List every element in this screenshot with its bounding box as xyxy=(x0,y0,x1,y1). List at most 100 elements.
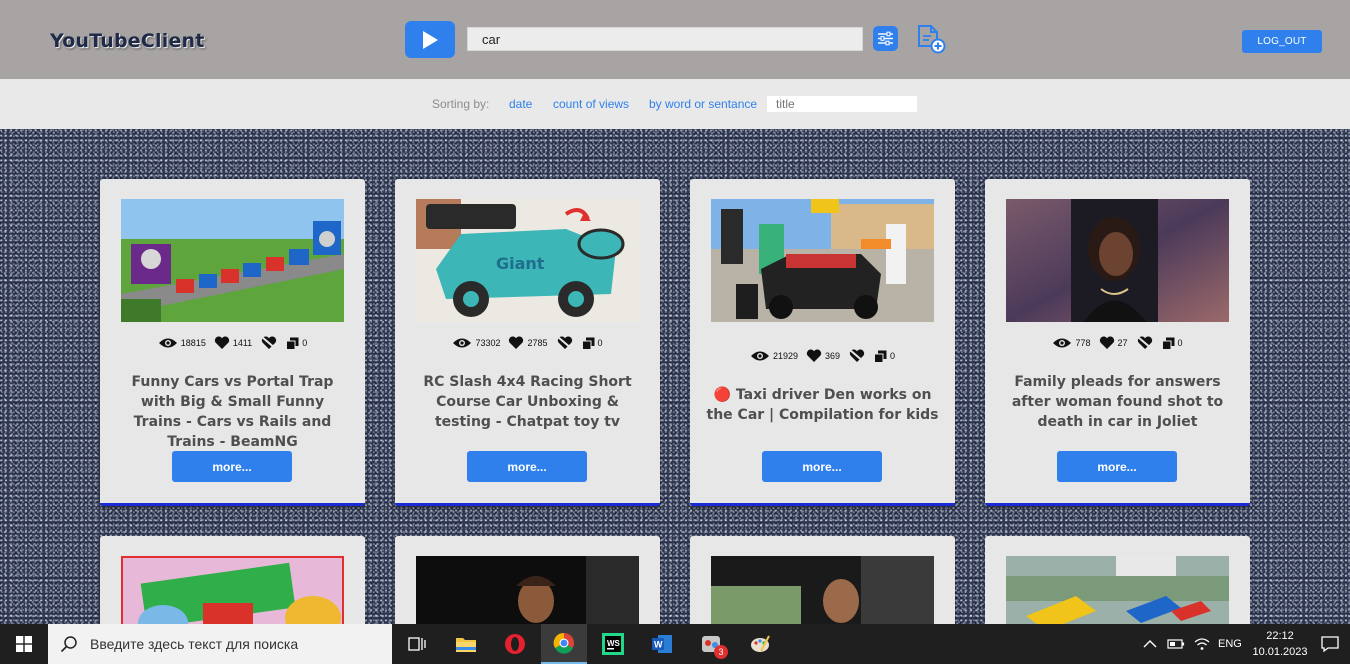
paint-palette-icon xyxy=(751,635,770,652)
views-count: 73302 xyxy=(475,338,501,348)
video-thumbnail[interactable] xyxy=(121,199,344,322)
comments-count: 0 xyxy=(302,338,308,348)
video-thumbnail[interactable] xyxy=(1006,199,1229,322)
notification-badge: 3 xyxy=(714,645,728,659)
more-button[interactable]: more... xyxy=(1057,451,1177,482)
video-thumbnail[interactable] xyxy=(711,199,934,322)
windows-icon xyxy=(16,636,32,652)
task-view-button[interactable] xyxy=(394,624,440,664)
more-button[interactable]: more... xyxy=(467,451,587,482)
taskbar-webstorm[interactable]: WS xyxy=(590,624,636,664)
add-document-icon xyxy=(918,25,946,54)
sort-by-word-link[interactable]: by word or sentance xyxy=(649,97,757,111)
likes-count: 2785 xyxy=(527,338,548,348)
comments-count: 0 xyxy=(1177,338,1183,348)
video-thumbnail[interactable] xyxy=(1006,556,1229,624)
search-input[interactable] xyxy=(467,27,863,51)
heart-icon[interactable] xyxy=(806,349,822,363)
wifi-icon[interactable] xyxy=(1194,637,1210,651)
video-stats: 18815 1411 0 xyxy=(100,336,365,350)
title-filter-input[interactable] xyxy=(767,96,917,112)
svg-text:Giant: Giant xyxy=(496,254,545,273)
clock-date: 10.01.2023 xyxy=(1252,646,1308,658)
video-grid: 18815 1411 0 Funny Cars vs Portal Trap w… xyxy=(0,129,1350,624)
comments-count: 0 xyxy=(890,351,896,361)
taskbar-chrome[interactable] xyxy=(541,624,587,664)
video-stats: 21929 369 0 xyxy=(690,349,955,363)
webstorm-icon: WS xyxy=(602,633,624,655)
heart-icon[interactable] xyxy=(1099,336,1115,350)
likes-count: 27 xyxy=(1117,338,1128,348)
video-thumbnail[interactable] xyxy=(416,556,639,624)
taskbar-file-explorer[interactable] xyxy=(443,624,489,664)
video-card: 21929 369 0 🔴 Taxi driver Den works on t… xyxy=(690,179,955,506)
heart-broken-icon[interactable] xyxy=(260,336,278,350)
video-card xyxy=(985,536,1250,624)
heart-icon[interactable] xyxy=(508,336,524,350)
svg-text:WS: WS xyxy=(607,639,621,648)
video-card xyxy=(395,536,660,624)
play-icon xyxy=(423,30,438,49)
video-stats: 73302 2785 0 xyxy=(395,336,660,350)
comments-count: 0 xyxy=(597,338,603,348)
copy-icon xyxy=(286,337,299,350)
video-title: 🔴 Taxi driver Den works on the Car | Com… xyxy=(706,387,939,423)
likes-count: 1411 xyxy=(232,338,253,348)
sliders-icon xyxy=(878,31,893,46)
more-button[interactable]: more... xyxy=(172,451,292,482)
video-title: RC Slash 4x4 Racing Short Course Car Unb… xyxy=(423,374,632,430)
taskbar-opera[interactable] xyxy=(492,624,538,664)
heart-broken-icon[interactable] xyxy=(556,336,574,350)
video-card: Giant 73302 2785 0 RC Slash 4x4 Racing S… xyxy=(395,179,660,506)
folder-icon xyxy=(456,638,476,652)
notifications-button[interactable] xyxy=(1310,624,1350,664)
taskbar-clock[interactable]: 22:12 10.01.2023 xyxy=(1250,628,1310,660)
eye-icon xyxy=(1053,338,1072,348)
chevron-up-icon[interactable] xyxy=(1143,639,1157,649)
video-title: Family pleads for answers after woman fo… xyxy=(1011,374,1224,430)
logout-button[interactable]: LOG_OUT xyxy=(1242,30,1322,53)
copy-icon xyxy=(581,337,595,350)
svg-text:W: W xyxy=(654,640,663,650)
search-icon xyxy=(60,636,77,653)
chat-bubble-icon xyxy=(1321,636,1339,652)
app-header: YouTubeClient LOG_OUT xyxy=(0,0,1350,79)
battery-icon[interactable] xyxy=(1167,638,1185,650)
copy-icon xyxy=(1161,337,1175,350)
taskbar-search-placeholder: Введите здесь текст для поиска xyxy=(90,636,299,652)
taskbar-word[interactable]: W xyxy=(639,624,685,664)
more-button[interactable]: more... xyxy=(762,451,882,482)
video-thumbnail[interactable]: Giant xyxy=(416,199,639,322)
task-view-icon xyxy=(408,637,426,651)
chrome-icon xyxy=(553,632,574,654)
sort-by-views-link[interactable]: count of views xyxy=(553,97,629,111)
start-button[interactable] xyxy=(0,624,48,664)
windows-taskbar: Введите здесь текст для поиска WS W 3 EN… xyxy=(0,624,1350,664)
eye-icon xyxy=(750,351,769,361)
video-card xyxy=(690,536,955,624)
taskbar-game-app[interactable]: 3 xyxy=(688,624,734,664)
views-count: 18815 xyxy=(180,338,206,348)
taskbar-paint[interactable] xyxy=(737,624,783,664)
heart-broken-icon[interactable] xyxy=(1136,336,1154,350)
opera-icon xyxy=(505,634,525,654)
system-tray: ENG xyxy=(1143,624,1242,664)
video-stats: 778 27 0 xyxy=(985,336,1250,350)
video-title: Funny Cars vs Portal Trap with Big & Sma… xyxy=(131,374,334,450)
search-play-button[interactable] xyxy=(405,21,455,58)
filter-button[interactable] xyxy=(873,26,898,51)
clock-time: 22:12 xyxy=(1266,630,1294,642)
app-logo: YouTubeClient xyxy=(50,30,205,52)
views-count: 21929 xyxy=(772,351,798,361)
eye-icon xyxy=(158,338,177,348)
video-thumbnail[interactable] xyxy=(121,556,344,624)
video-thumbnail[interactable] xyxy=(711,556,934,624)
taskbar-search-box[interactable]: Введите здесь текст для поиска xyxy=(48,624,392,664)
views-count: 778 xyxy=(1075,338,1091,348)
sort-by-date-link[interactable]: date xyxy=(509,97,532,111)
language-indicator[interactable]: ENG xyxy=(1218,638,1242,650)
sorting-label: Sorting by: xyxy=(432,97,490,111)
heart-icon[interactable] xyxy=(214,336,230,350)
heart-broken-icon[interactable] xyxy=(848,349,866,363)
add-document-button[interactable] xyxy=(915,24,947,54)
